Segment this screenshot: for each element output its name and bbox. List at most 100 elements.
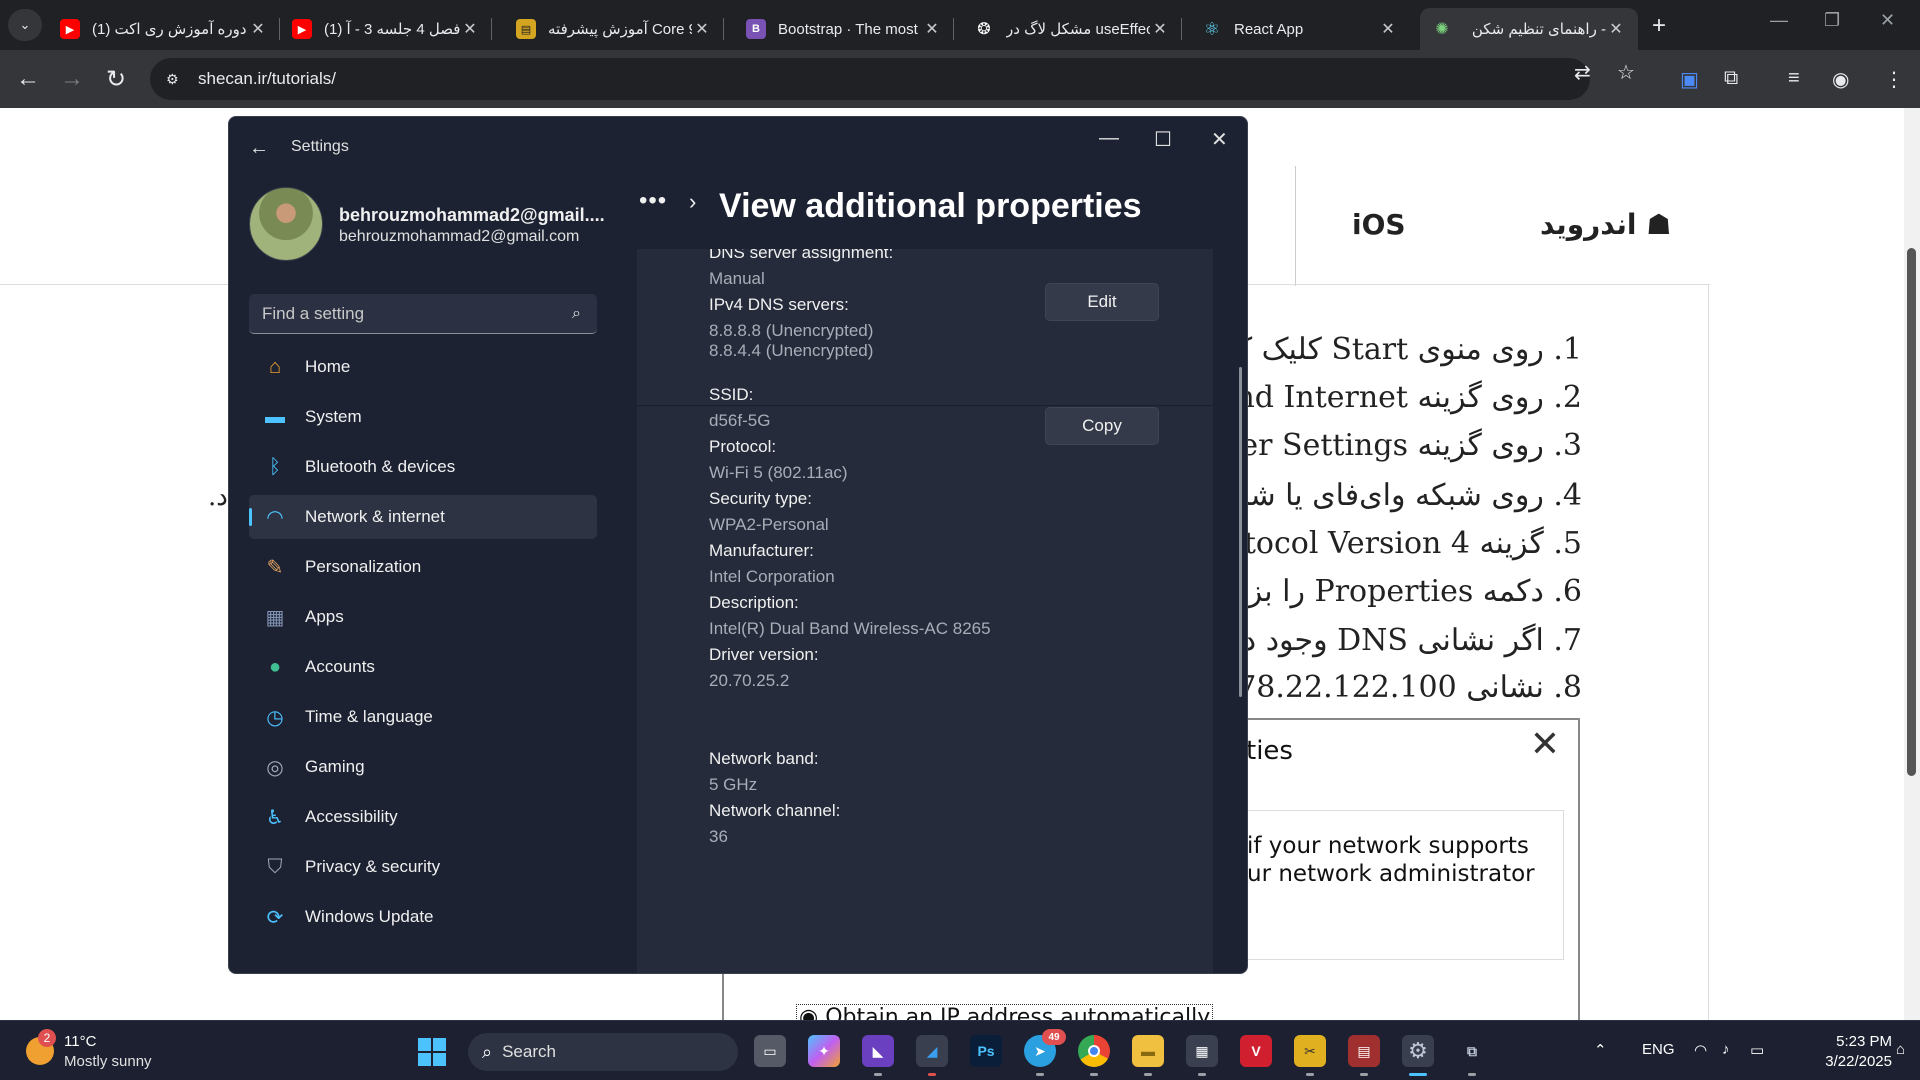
search-label: Search <box>502 1042 556 1061</box>
close-icon[interactable]: ✕ <box>460 19 480 39</box>
tab-1[interactable]: ▶ (1) دوره آموزش ری اکت ✕ <box>48 8 280 50</box>
step-4: 4. روی شبکه وای‌فای یا شبکه <box>1208 478 1582 513</box>
extensions-icon[interactable]: ⧉ <box>1724 67 1738 90</box>
winrar-icon[interactable]: ▤ <box>1348 1035 1380 1067</box>
nav-item-apps[interactable]: ▦ Apps <box>249 595 597 639</box>
vivaldi-icon[interactable]: V <box>1240 1035 1272 1067</box>
copilot-icon[interactable]: ✦ <box>808 1035 840 1067</box>
ssid-value: d56f-5G <box>709 411 771 430</box>
android-tab[interactable]: ☗ اندروید <box>1540 208 1671 241</box>
url-text[interactable]: shecan.ir/tutorials/ <box>198 69 336 89</box>
weather-description[interactable]: Mostly sunny <box>64 1053 152 1070</box>
tab-4[interactable]: B Bootstrap · The most ✕ <box>734 8 954 50</box>
back-icon[interactable]: ← <box>16 65 40 93</box>
battery-icon[interactable]: ▭ <box>1750 1041 1764 1059</box>
new-tab-button[interactable]: + <box>1652 12 1666 40</box>
bootstrap-icon: B <box>746 19 766 39</box>
calculator-icon[interactable]: ▦ <box>1186 1035 1218 1067</box>
bookmark-star-icon[interactable]: ☆ <box>1617 60 1635 85</box>
reload-icon[interactable]: ↻ <box>106 65 126 94</box>
nav-item-personalization[interactable]: ✎ Personalization <box>249 545 597 589</box>
profile-avatar[interactable]: ◉ <box>1832 67 1849 92</box>
restore-icon[interactable]: ❐ <box>1824 10 1840 31</box>
network-icon: ◠ <box>266 506 284 529</box>
temperature[interactable]: 11°C <box>64 1033 96 1050</box>
site-info-icon[interactable]: ⚙ <box>166 71 186 88</box>
address-bar[interactable]: ⚙ shecan.ir/tutorials/ <box>150 58 1590 100</box>
nav-item-gaming[interactable]: ◎ Gaming <box>249 745 597 789</box>
translate-icon[interactable]: ⇄ <box>1574 60 1591 85</box>
close-icon[interactable]: ✕ <box>1378 19 1398 39</box>
nav-item-home[interactable]: ⌂ Home <box>249 345 597 389</box>
apps-icon: ▦ <box>265 606 285 629</box>
wifi-icon[interactable]: ◠ <box>1694 1041 1707 1059</box>
volume-icon[interactable]: ♪ <box>1722 1041 1730 1058</box>
network-band-value: 5 GHz <box>709 775 758 794</box>
chevron-up-icon[interactable]: ⌃ <box>1594 1041 1607 1059</box>
tab-2[interactable]: ▶ (1) فصل 4 جلسه 3 - آ ✕ <box>280 8 492 50</box>
taskbar-search[interactable]: ⌕ Search <box>468 1033 738 1071</box>
nav-item-privacy[interactable]: ⛉ Privacy & security <box>249 845 597 889</box>
manufacturer-label: Manufacturer: <box>709 541 814 560</box>
vscode-icon[interactable]: ◢ <box>916 1035 948 1067</box>
protocol-label: Protocol: <box>709 437 777 456</box>
tab-title: React App <box>1234 20 1304 38</box>
start-button[interactable] <box>418 1038 446 1066</box>
close-icon[interactable]: ✕ <box>1150 19 1170 39</box>
nav-item-system[interactable]: ▬ System <box>249 395 597 439</box>
language-indicator[interactable]: ENG <box>1642 1041 1675 1058</box>
tab-7-active[interactable]: ✺ راهنمای تنظیم شکن - ✕ <box>1420 8 1638 50</box>
network-channel-label: Network channel: <box>709 801 841 820</box>
search-icon: ⌕ <box>572 304 581 322</box>
search-placeholder: Find a setting <box>262 303 365 323</box>
dialog-text: ur network administrator <box>1247 861 1535 887</box>
menu-kebab-icon[interactable]: ⋮ <box>1884 67 1904 92</box>
settings-scrollbar[interactable] <box>1239 367 1242 697</box>
chevron-right-icon: › <box>689 189 697 214</box>
close-icon[interactable]: ✕ <box>922 19 942 39</box>
clock-date[interactable]: 3/22/2025 <box>1796 1053 1892 1070</box>
forward-icon[interactable]: → <box>60 65 84 93</box>
clock-time[interactable]: 5:23 PM <box>1796 1033 1892 1050</box>
file-explorer-icon[interactable]: ▬ <box>1132 1035 1164 1067</box>
back-arrow-icon[interactable]: ← <box>249 137 269 160</box>
tab-strip: ⌄ ▶ (1) دوره آموزش ری اکت ✕ ▶ (1) فصل 4 … <box>0 0 1920 50</box>
tab-3[interactable]: ▤ آموزش پیشرفته Core 9 ✕ <box>504 8 724 50</box>
page-scrollbar[interactable] <box>1904 108 1920 1022</box>
find-setting-input[interactable]: Find a setting ⌕ <box>249 294 597 334</box>
visual-studio-icon[interactable]: ◣ <box>862 1035 894 1067</box>
translate-extension-icon[interactable]: ▣ <box>1680 67 1699 92</box>
nav-item-bluetooth[interactable]: ᛒ Bluetooth & devices <box>249 445 597 489</box>
scrollbar-thumb[interactable] <box>1907 248 1916 776</box>
copy-button[interactable]: Copy <box>1045 407 1159 445</box>
nav-item-accessibility[interactable]: ♿ Accessibility <box>249 795 597 839</box>
close-icon[interactable]: ✕ <box>1606 19 1626 39</box>
avatar[interactable] <box>249 187 323 261</box>
chrome-icon[interactable] <box>1078 1035 1110 1067</box>
close-icon[interactable]: ✕ <box>248 19 268 39</box>
nav-item-windows-update[interactable]: ⟳ Windows Update <box>249 895 597 939</box>
edit-button[interactable]: Edit <box>1045 283 1159 321</box>
settings-content: ••• › View additional properties DNS ser… <box>637 117 1247 973</box>
nav-item-accounts[interactable]: ● Accounts <box>249 645 597 689</box>
ios-tab[interactable]: iOS <box>1352 208 1406 241</box>
tab-5[interactable]: ❂ مشکل لاگ در useEffect ✕ <box>962 8 1182 50</box>
nav-item-time-language[interactable]: ◷ Time & language <box>249 695 597 739</box>
gaming-icon: ◎ <box>266 756 284 779</box>
breadcrumb-more-button[interactable]: ••• <box>639 187 667 215</box>
taskbar: 2 11°C Mostly sunny ⌕ Search ▭ ✦ ◣ ◢ Ps … <box>0 1020 1920 1080</box>
tab-6[interactable]: ⚛ React App ✕ <box>1190 8 1410 50</box>
notification-icon[interactable]: ⌂ <box>1896 1041 1905 1058</box>
network-tool-icon[interactable]: ⧉ <box>1456 1035 1488 1067</box>
settings-gear-icon[interactable]: ⚙ <box>1402 1035 1434 1067</box>
task-view-icon[interactable]: ▭ <box>754 1035 786 1067</box>
update-icon: ⟳ <box>266 906 284 929</box>
minimize-icon[interactable]: — <box>1770 10 1788 31</box>
media-controls-icon[interactable]: ≡ <box>1788 67 1800 90</box>
snipping-icon[interactable]: ✂ <box>1294 1035 1326 1067</box>
photoshop-icon[interactable]: Ps <box>970 1035 1002 1067</box>
close-icon[interactable]: ✕ <box>692 19 712 39</box>
nav-item-network[interactable]: ◠ Network & internet <box>249 495 597 539</box>
close-window-icon[interactable]: ✕ <box>1880 10 1895 31</box>
tab-search-button[interactable]: ⌄ <box>8 9 42 41</box>
